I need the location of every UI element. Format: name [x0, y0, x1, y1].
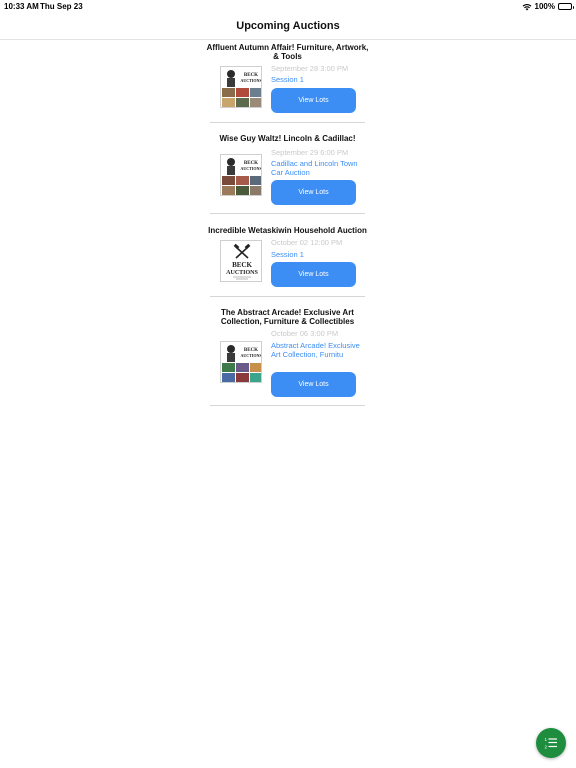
auction-card: Incredible Wetaskiwin Household Auction … [208, 214, 367, 297]
auction-thumbnail[interactable]: BECK AUCTIONS [220, 240, 262, 282]
auction-title[interactable]: Incredible Wetaskiwin Household Auction [204, 226, 371, 235]
status-indicators: 100% [522, 2, 574, 11]
status-time: 10:33 AM [4, 2, 39, 11]
auction-card: Affluent Autumn Affair! Furniture, Artwo… [207, 40, 368, 123]
svg-text:AUCTIONS: AUCTIONS [240, 353, 262, 358]
list-menu-button[interactable]: 1 2 [536, 728, 566, 758]
auction-session-link[interactable]: Session 1 [271, 75, 363, 85]
auction-date: October 02 12:00 PM [271, 238, 343, 247]
wifi-icon [522, 3, 532, 11]
svg-text:1: 1 [545, 737, 548, 742]
svg-text:AUCTIONS: AUCTIONS [226, 270, 258, 276]
auction-card: The Abstract Arcade! Exclusive Art Colle… [210, 297, 365, 406]
svg-text:2: 2 [545, 745, 548, 750]
battery-percent: 100% [534, 2, 555, 11]
list-icon: 1 2 [544, 736, 558, 750]
auction-date: October 06 3:00 PM [271, 329, 339, 338]
svg-text:AUCTIONS: AUCTIONS [240, 78, 262, 83]
auction-thumbnail[interactable]: BECK AUCTIONS [220, 341, 262, 383]
nav-bar: Upcoming Auctions [0, 12, 576, 40]
auction-session-link[interactable]: Abstract Arcade! Exclusive Art Collectio… [271, 341, 363, 359]
view-lots-button[interactable]: View Lots [271, 88, 356, 113]
auction-title[interactable]: Wise Guy Waltz! Lincoln & Cadillac! [204, 134, 371, 143]
view-lots-button[interactable]: View Lots [271, 372, 356, 397]
view-lots-button[interactable]: View Lots [271, 262, 356, 287]
status-date: Thu Sep 23 [40, 2, 83, 11]
view-lots-button[interactable]: View Lots [271, 180, 356, 205]
status-bar: 10:33 AM Thu Sep 23 100% [0, 0, 576, 12]
auction-date: September 29 6:00 PM [271, 148, 349, 157]
page-title: Upcoming Auctions [236, 20, 340, 32]
svg-text:BECK: BECK [232, 261, 252, 269]
auction-session-link[interactable]: Session 1 [271, 250, 363, 260]
auction-card: Wise Guy Waltz! Lincoln & Cadillac! BECK… [210, 123, 365, 214]
auction-session-link[interactable]: Cadillac and Lincoln Town Car Auction [271, 159, 363, 177]
auction-thumbnail[interactable]: BECK AUCTIONS [220, 154, 262, 196]
auction-thumbnail[interactable]: BECK AUCTIONS [220, 66, 262, 108]
auction-title[interactable]: The Abstract Arcade! Exclusive Art Colle… [204, 308, 371, 326]
auction-date: September 28 3:00 PM [271, 64, 349, 73]
auction-title[interactable]: Affluent Autumn Affair! Furniture, Artwo… [204, 43, 371, 61]
battery-icon [558, 3, 574, 10]
svg-text:AUCTIONS: AUCTIONS [240, 166, 262, 171]
